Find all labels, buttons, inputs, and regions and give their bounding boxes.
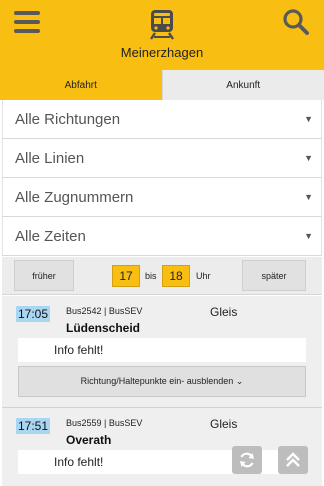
time-range-bar: früher 17 bis 18 Uhr später — [2, 257, 322, 295]
caret-down-icon: ▼ — [304, 114, 313, 124]
train-number: Bus2542 | BusSEV — [66, 306, 143, 316]
info-message: Info fehlt! — [18, 338, 306, 362]
app-header: Meinerzhagen — [0, 0, 324, 70]
departure-time: 17:05 — [16, 306, 51, 322]
filter-label: Alle Linien — [15, 149, 85, 167]
from-hour-input[interactable]: 17 — [112, 265, 140, 287]
uhr-label: Uhr — [196, 271, 211, 281]
caret-down-icon: ▼ — [304, 192, 313, 202]
caret-down-icon: ▼ — [304, 231, 313, 241]
direction-tabs: Abfahrt Ankunft — [0, 70, 324, 100]
filter-label: Alle Zugnummern — [15, 188, 134, 206]
hamburger-menu-icon[interactable] — [14, 11, 40, 33]
later-button[interactable]: später — [242, 260, 306, 291]
train-icon — [150, 10, 174, 40]
station-title: Meinerzhagen — [120, 45, 204, 60]
tab-ankunft[interactable]: Ankunft — [161, 70, 324, 100]
scroll-to-top-icon — [286, 452, 300, 467]
departure-card: 17:51 Bus2559 | BusSEV Gleis Overath Inf… — [2, 407, 322, 486]
departure-list: 17:05 Bus2542 | BusSEV Gleis Lüdenscheid… — [2, 296, 322, 486]
filter-zeiten-select[interactable]: Alle Zeiten ▼ — [2, 217, 322, 256]
destination: Overath — [66, 433, 112, 447]
refresh-button[interactable] — [232, 446, 262, 474]
info-message: Info fehlt! — [18, 450, 306, 474]
caret-down-icon: ▼ — [304, 153, 313, 163]
destination: Lüdenscheid — [66, 321, 141, 335]
filter-label: Alle Richtungen — [15, 110, 121, 128]
scroll-top-button[interactable] — [278, 446, 308, 474]
gleis-label: Gleis — [210, 417, 238, 431]
toggle-stops-button[interactable]: Richtung/Haltepunkte ein- ausblenden ⌄ — [18, 366, 306, 397]
filter-label: Alle Zeiten — [15, 227, 86, 245]
filter-zugnummern-select[interactable]: Alle Zugnummern ▼ — [2, 178, 322, 217]
gleis-label: Gleis — [210, 305, 238, 319]
departure-card: 17:05 Bus2542 | BusSEV Gleis Lüdenscheid… — [2, 296, 322, 407]
filter-richtungen-select[interactable]: Alle Richtungen ▼ — [2, 100, 322, 139]
filter-list: Alle Richtungen ▼ Alle Linien ▼ Alle Zug… — [2, 100, 322, 256]
train-number: Bus2559 | BusSEV — [66, 418, 143, 428]
departure-time: 17:51 — [16, 418, 51, 434]
tab-abfahrt[interactable]: Abfahrt — [0, 70, 162, 100]
refresh-icon — [240, 452, 254, 468]
search-icon[interactable] — [282, 8, 310, 36]
bis-label: bis — [145, 271, 157, 281]
filter-linien-select[interactable]: Alle Linien ▼ — [2, 139, 322, 178]
earlier-button[interactable]: früher — [14, 260, 74, 291]
to-hour-input[interactable]: 18 — [162, 265, 190, 287]
